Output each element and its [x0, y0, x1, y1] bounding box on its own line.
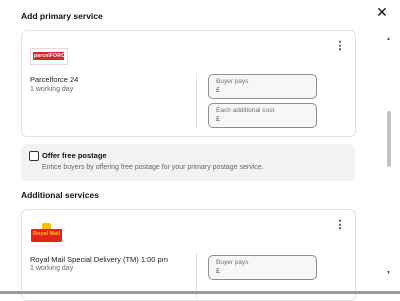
additional-service-card: ⋮ Royal Mail Royal Mail Special Delivery… [21, 209, 356, 301]
primary-service-card: ⋮ parcelFORCE Parcelforce 24 1 working d… [21, 30, 356, 137]
currency-symbol: £ [216, 87, 220, 94]
service-delivery-time: 1 working day [30, 265, 74, 272]
close-icon[interactable]: ✕ [374, 4, 390, 20]
scroll-down-icon[interactable]: ▼ [386, 270, 391, 276]
offer-free-postage-checkbox[interactable] [29, 151, 39, 161]
primary-service-heading: Add primary service [21, 11, 103, 21]
each-additional-cost-field[interactable]: Each additional cost £ [208, 103, 317, 128]
service-delivery-time: 1 working day [30, 86, 74, 93]
parcelforce-logo: parcelFORCE [30, 48, 68, 65]
each-additional-cost-label: Each additional cost [216, 107, 275, 114]
service-name: Parcelforce 24 [30, 75, 79, 84]
more-options-icon[interactable]: ⋮ [333, 39, 347, 53]
service-name: Royal Mail Special Delivery (TM) 1:00 pm [30, 255, 168, 264]
buyer-pays-field[interactable]: Buyer pays £ [208, 255, 317, 280]
currency-symbol: £ [216, 268, 220, 275]
buyer-pays-label: Buyer pays [216, 78, 249, 85]
divider [196, 73, 197, 129]
more-options-icon[interactable]: ⋮ [333, 218, 347, 232]
scrollbar[interactable]: ▲ ▼ [386, 36, 392, 280]
buyer-pays-field[interactable]: Buyer pays £ [208, 74, 317, 99]
additional-services-heading: Additional services [21, 190, 99, 200]
offer-free-postage-title: Offer free postage [42, 151, 107, 160]
offer-free-postage-panel: Offer free postage Entice buyers by offe… [21, 144, 355, 181]
offer-free-postage-description: Entice buyers by offering free postage f… [42, 164, 264, 171]
scroll-up-icon[interactable]: ▲ [386, 36, 391, 42]
buyer-pays-label: Buyer pays [216, 259, 249, 266]
royal-mail-logo: Royal Mail [31, 223, 62, 243]
currency-symbol: £ [216, 116, 220, 123]
scrollbar-thumb[interactable] [387, 111, 391, 167]
